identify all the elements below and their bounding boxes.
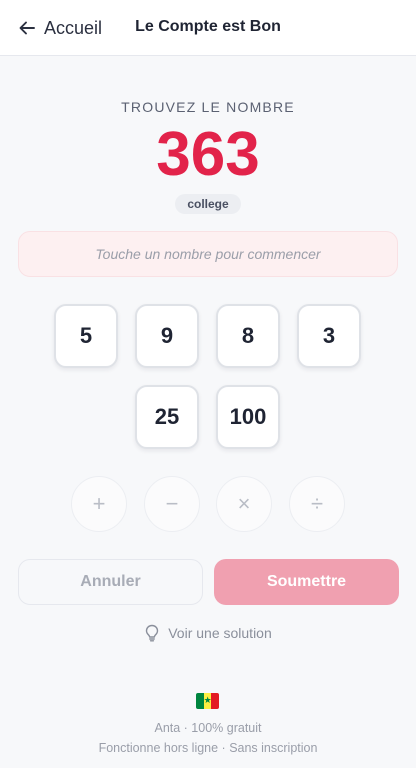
- senegal-flag-icon: ★: [196, 693, 219, 709]
- level-badge: college: [175, 194, 241, 214]
- number-tile[interactable]: 25: [135, 385, 199, 449]
- target-label: TROUVEZ LE NOMBRE: [121, 99, 295, 115]
- app-screen: Accueil Le Compte est Bon TROUVEZ LE NOM…: [0, 0, 416, 768]
- number-tile[interactable]: 9: [135, 304, 199, 368]
- operator-plus-button[interactable]: +: [71, 476, 127, 532]
- show-solution-label: Voir une solution: [168, 625, 272, 641]
- expression-placeholder: Touche un nombre pour commencer: [95, 246, 321, 262]
- operator-divide-button[interactable]: ÷: [289, 476, 345, 532]
- submit-button[interactable]: Soumettre: [214, 559, 399, 605]
- cancel-button[interactable]: Annuler: [18, 559, 203, 605]
- footer-features: Fonctionne hors ligne · Sans inscription: [98, 741, 318, 755]
- show-solution-link[interactable]: Voir une solution: [0, 624, 416, 642]
- target-number: 363: [156, 120, 260, 189]
- operator-minus-button[interactable]: −: [144, 476, 200, 532]
- number-tile[interactable]: 100: [216, 385, 280, 449]
- number-tile[interactable]: 8: [216, 304, 280, 368]
- flag-star: ★: [203, 695, 212, 705]
- operator-multiply-button[interactable]: ×: [216, 476, 272, 532]
- top-bar: Accueil Le Compte est Bon: [0, 0, 416, 56]
- number-tile[interactable]: 5: [54, 304, 118, 368]
- footer-tagline: Anta · 100% gratuit: [154, 721, 262, 735]
- page-title: Le Compte est Bon: [135, 18, 281, 35]
- lightbulb-icon: [146, 624, 159, 642]
- expression-display: Touche un nombre pour commencer: [18, 231, 398, 277]
- level-container: college: [0, 194, 416, 214]
- number-tile[interactable]: 3: [297, 304, 361, 368]
